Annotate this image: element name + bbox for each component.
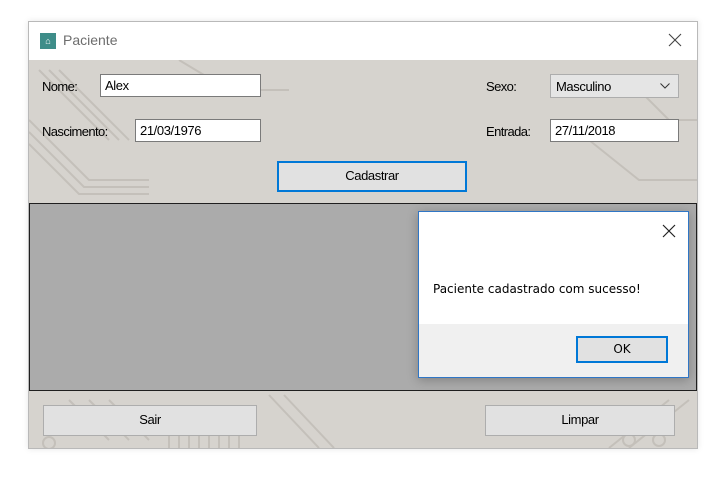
app-icon: ⌂ <box>40 33 56 49</box>
close-icon[interactable] <box>660 222 678 240</box>
nascimento-input[interactable]: 21/03/1976 <box>135 119 261 142</box>
nome-input[interactable]: Alex <box>100 74 261 97</box>
window-title: Paciente <box>63 32 118 48</box>
chevron-down-icon <box>660 83 670 89</box>
sexo-label: Sexo: <box>486 79 517 94</box>
nascimento-label: Nascimento: <box>42 124 108 139</box>
close-icon[interactable] <box>663 28 687 52</box>
title-bar[interactable]: ⌂ Paciente <box>29 22 697 60</box>
ok-button[interactable]: OK <box>576 336 668 363</box>
entrada-label: Entrada: <box>486 124 531 139</box>
sexo-select[interactable]: Masculino <box>550 74 679 98</box>
sexo-select-value: Masculino <box>556 79 611 94</box>
nome-label: Nome: <box>42 79 78 94</box>
success-message-dialog: Paciente cadastrado com sucesso! OK <box>418 211 689 378</box>
cadastrar-button[interactable]: Cadastrar <box>277 161 467 192</box>
sair-button[interactable]: Sair <box>43 405 257 436</box>
entrada-input[interactable]: 27/11/2018 <box>550 119 679 142</box>
dialog-message: Paciente cadastrado com sucesso! <box>433 282 641 296</box>
dialog-footer: OK <box>419 324 688 377</box>
limpar-button[interactable]: Limpar <box>485 405 675 436</box>
